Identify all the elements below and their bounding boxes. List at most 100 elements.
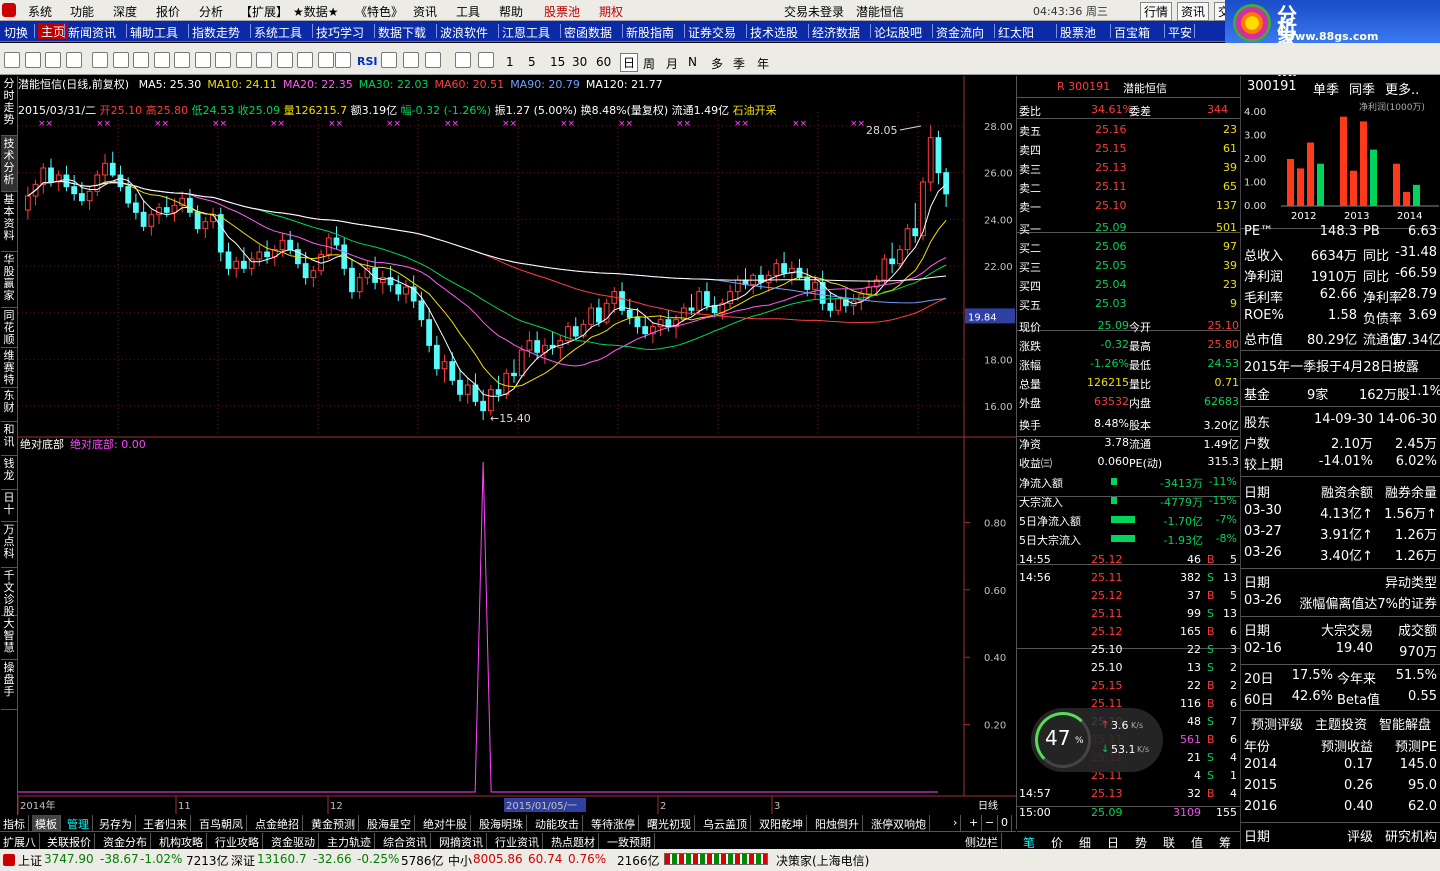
dollar-icon[interactable] <box>381 52 397 68</box>
ribbon-item-13[interactable]: 技术选股 <box>750 24 798 41</box>
left-tab-4[interactable]: 同花顺 <box>1 308 17 348</box>
forecast-tab-0[interactable]: 预测评级 <box>1251 714 1303 733</box>
grid-icon[interactable] <box>92 52 108 68</box>
bar-icon[interactable] <box>194 52 211 68</box>
ext-tab-4[interactable]: 行业攻略 <box>212 833 263 849</box>
f2-icon[interactable] <box>256 52 272 68</box>
ask-row-1[interactable]: 卖四 25.15 61 <box>1019 139 1239 158</box>
menu-item-news[interactable]: 资讯 <box>413 3 437 20</box>
indicator-tab-0[interactable]: 指标 <box>0 815 29 831</box>
period-11[interactable]: 季 <box>733 55 745 72</box>
f10-icon[interactable] <box>174 52 190 68</box>
chart-icon[interactable] <box>133 52 149 68</box>
table-icon[interactable] <box>112 52 129 68</box>
bid-row-1[interactable]: 买二 25.06 97 <box>1019 237 1239 256</box>
ribbon-item-17[interactable]: 红太阳 <box>998 24 1034 41</box>
left-tab-2[interactable]: 基本资料 <box>1 192 17 252</box>
indicator-tab-16[interactable]: 阳烛倒升 <box>812 815 863 831</box>
left-tab-13[interactable]: 操盘手 <box>1 660 17 710</box>
clock-icon[interactable] <box>297 52 313 68</box>
ribbon-item-2[interactable]: 新闻资讯 <box>68 24 116 41</box>
menu-item-tools[interactable]: 工具 <box>456 3 480 20</box>
ask-row-2[interactable]: 卖三 25.13 39 <box>1019 158 1239 177</box>
ribbon-item-12[interactable]: 证券交易 <box>688 24 736 41</box>
rsi-button[interactable]: RSI <box>357 55 378 68</box>
window-icon[interactable] <box>215 52 231 68</box>
period-10[interactable]: 多 <box>711 55 723 72</box>
left-tab-7[interactable]: 和讯 <box>1 422 17 456</box>
menu-item-extend[interactable]: 【扩展】 <box>240 3 288 20</box>
pen-icon[interactable] <box>425 52 441 68</box>
period-3[interactable]: 15 <box>550 55 565 69</box>
zoom-in-icon[interactable]: + <box>966 815 983 831</box>
indicator-tab-10[interactable]: 股海明珠 <box>476 815 527 831</box>
zoom-out-icon[interactable]: − <box>982 815 999 831</box>
ribbon-item-15[interactable]: 论坛股吧 <box>874 24 922 41</box>
menu-item-stock-pool[interactable]: 股票池 <box>544 3 580 20</box>
ext-tab-9[interactable]: 行业资讯 <box>492 833 543 849</box>
left-tab-8[interactable]: 钱龙 <box>1 456 17 490</box>
ribbon-item-19[interactable]: 百宝箱 <box>1114 24 1150 41</box>
up-icon[interactable] <box>24 52 41 68</box>
f3-icon[interactable] <box>276 52 293 68</box>
ribbon-item-4[interactable]: 指数走势 <box>192 24 240 41</box>
period-6[interactable]: 日 <box>620 53 639 72</box>
menu-item-analysis[interactable]: 分析 <box>199 3 223 20</box>
indicator-tab-15[interactable]: 双阳乾坤 <box>756 815 807 831</box>
menu-item-function[interactable]: 功能 <box>70 3 94 20</box>
back-icon[interactable] <box>4 52 20 68</box>
bid-row-2[interactable]: 买三 25.05 39 <box>1019 256 1239 275</box>
indicator-tab-3[interactable]: 另存为 <box>96 815 136 831</box>
ri-tab-0[interactable]: 单季 <box>1313 79 1339 98</box>
ext-tab-2[interactable]: 资金分布 <box>100 833 151 849</box>
period-12[interactable]: 年 <box>757 55 769 72</box>
line-chart-icon[interactable] <box>317 52 334 68</box>
fs-icon[interactable] <box>455 52 471 68</box>
ext-tab-11[interactable]: 一致预期 <box>604 833 655 849</box>
ext-tab-10[interactable]: 热点题材 <box>548 833 599 849</box>
ribbon-item-14[interactable]: 经济数据 <box>812 24 860 41</box>
ribbon-item-7[interactable]: 数据下载 <box>378 24 426 41</box>
indicator-tab-4[interactable]: 王者归来 <box>140 815 191 831</box>
forecast-tab-2[interactable]: 智能解盘 <box>1379 714 1431 733</box>
ri-tab-2[interactable]: 更多.. <box>1385 79 1419 98</box>
indicator-tab-11[interactable]: 动能攻击 <box>532 815 583 831</box>
zoom-reset-icon[interactable]: 0 <box>998 815 1012 831</box>
ext-tab-5[interactable]: 资金驱动 <box>268 833 319 849</box>
left-tab-6[interactable]: 东财 <box>1 388 17 422</box>
ask-row-4[interactable]: 卖一 25.10 137 <box>1019 196 1239 215</box>
indicator-tab-7[interactable]: 黄金预测 <box>308 815 359 831</box>
menu-item-help[interactable]: 帮助 <box>499 3 523 20</box>
bid-row-0[interactable]: 买一 25.09 501 <box>1019 218 1239 237</box>
period-7[interactable]: 周 <box>643 55 655 72</box>
menu-item-feature[interactable]: 《特色》 <box>355 3 403 20</box>
indicator-tab-8[interactable]: 股海星空 <box>364 815 415 831</box>
crosshair-icon[interactable] <box>403 52 419 68</box>
bid-row-4[interactable]: 买五 25.03 9 <box>1019 294 1239 313</box>
btn-market[interactable]: 行情 <box>1140 2 1173 21</box>
ribbon-item-9[interactable]: 江恩工具 <box>502 24 550 41</box>
ext-tab-7[interactable]: 综合资讯 <box>380 833 431 849</box>
indicator-tab-1[interactable]: 模板 <box>32 815 61 831</box>
ext-tab-0[interactable]: 扩展八 <box>0 833 40 849</box>
bid-row-3[interactable]: 买四 25.04 23 <box>1019 275 1239 294</box>
kline-chart[interactable]: 28.0026.0024.0022.0020.0018.0016.0019.84… <box>18 76 1016 815</box>
ask-row-3[interactable]: 卖二 25.11 65 <box>1019 177 1239 196</box>
square-icon[interactable] <box>478 52 494 68</box>
ribbon-item-20[interactable]: 平安 <box>1168 24 1192 41</box>
indicator-tab-6[interactable]: 点金绝招 <box>252 815 303 831</box>
indicator-tab-13[interactable]: 曙光初现 <box>644 815 695 831</box>
ext-tab-3[interactable]: 机构攻略 <box>156 833 207 849</box>
ribbon-item-18[interactable]: 股票池 <box>1060 24 1096 41</box>
period-8[interactable]: 月 <box>666 55 678 72</box>
ribbon-item-0[interactable]: 切换 <box>4 24 28 41</box>
indicator-tab-5[interactable]: 百鸟朝凤 <box>196 815 247 831</box>
period-9[interactable]: N <box>688 55 697 69</box>
indicator-tab-2[interactable]: 管理 <box>64 815 93 831</box>
left-tab-9[interactable]: 日十 <box>1 490 17 522</box>
forecast-tab-1[interactable]: 主题投资 <box>1315 714 1367 733</box>
left-tab-0[interactable]: 分时走势 <box>1 76 17 136</box>
period-4[interactable]: 30 <box>572 55 587 69</box>
ext-tab-1[interactable]: 关联报价 <box>44 833 95 849</box>
down-icon[interactable] <box>65 52 82 68</box>
